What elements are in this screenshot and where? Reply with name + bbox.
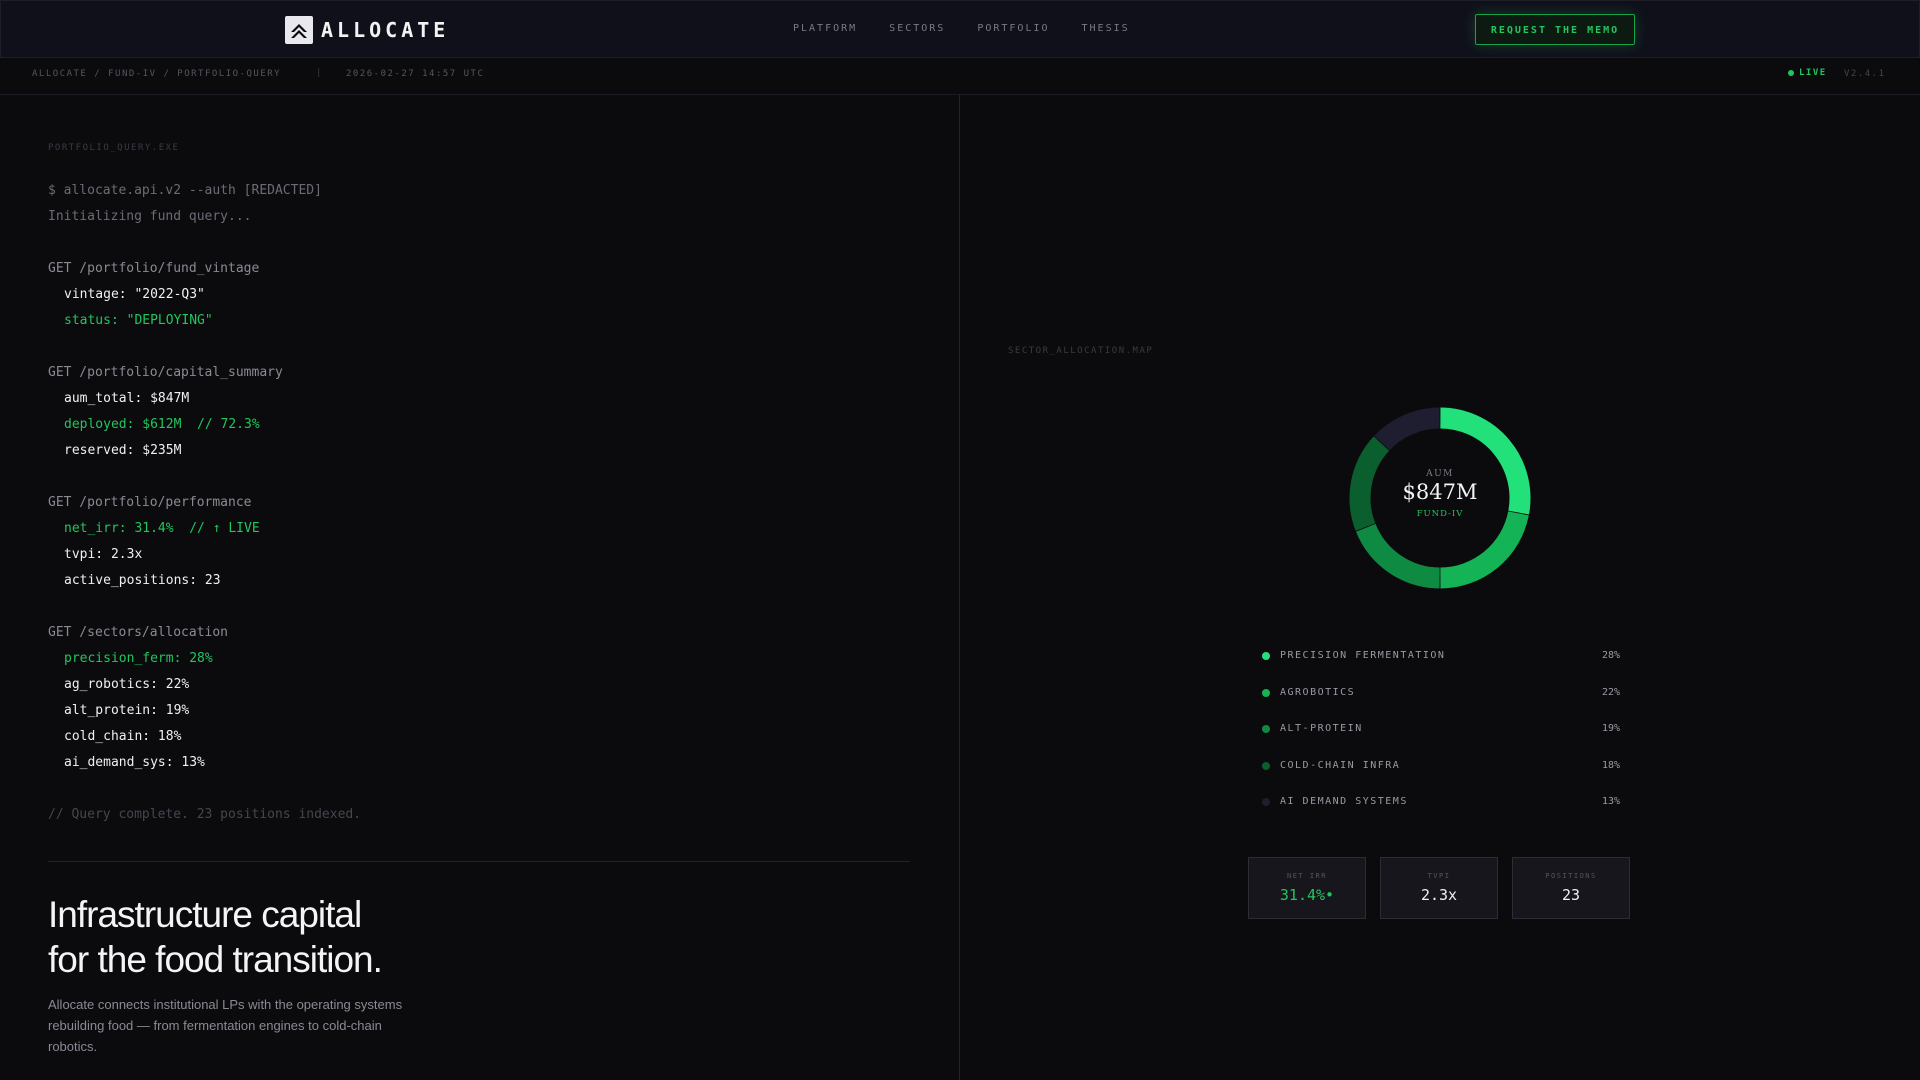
terminal-line: ag_robotics: 22%	[64, 677, 190, 692]
hero-headline: Infrastructure capital for the food tran…	[48, 892, 383, 982]
legend-row: AGROBOTICS 22%	[1262, 683, 1620, 720]
legend-sector-pct: 19%	[1601, 723, 1620, 734]
legend-sector-pct: 13%	[1601, 796, 1620, 807]
terminal-line: GET /portfolio/performance	[48, 495, 252, 510]
divider	[48, 861, 910, 862]
terminal-line: GET /sectors/allocation	[48, 625, 229, 640]
legend-row: ALT-PROTEIN 19%	[1262, 719, 1620, 756]
top-nav: ALLOCATE PLATFORM SECTORS PORTFOLIO THES…	[0, 0, 1920, 58]
allocation-legend: PRECISION FERMENTATION 28% AGROBOTICS 22% AL…	[1262, 646, 1620, 829]
legend-dot-icon	[1262, 725, 1270, 733]
breadcrumb-separator: |	[316, 68, 323, 78]
request-memo-button[interactable]: REQUEST THE MEMO	[1475, 14, 1635, 45]
terminal-line: active_positions: 23	[64, 573, 221, 588]
terminal-line: $ allocate.api.v2 --auth [REDACTED]	[48, 183, 322, 198]
hero-subcopy: Allocate connects institutional LPs with…	[48, 997, 403, 1054]
status-bar: ALLOCATE / FUND-IV / PORTFOLIO-QUERY | 2…	[0, 57, 1920, 95]
legend-sector-name: ALT-PROTEIN	[1280, 723, 1363, 734]
headline-line-2: for the food transition.	[48, 939, 383, 980]
donut-segment	[1349, 436, 1390, 531]
terminal-output: $ allocate.api.v2 --auth [REDACTED] Initi…	[48, 178, 361, 828]
terminal-line: vintage: "2022-Q3"	[64, 287, 205, 302]
nav-platform[interactable]: PLATFORM	[793, 23, 857, 34]
terminal-line: tvpi: 2.3x	[64, 547, 143, 562]
live-dot-icon	[1788, 70, 1794, 76]
legend-sector-pct: 18%	[1601, 759, 1620, 771]
terminal-line: GET /portfolio/fund_vintage	[48, 261, 260, 276]
donut-center-label: AUM	[1425, 469, 1454, 479]
terminal-line: ai_demand_sys: 13%	[64, 755, 205, 770]
brand-name: ALLOCATE	[321, 18, 450, 42]
allocation-donut: AUM $847M FUND-IV	[1349, 407, 1531, 589]
terminal-line: net_irr: 31.4% // ↑ LIVE	[64, 521, 260, 536]
legend-dot-icon	[1262, 652, 1270, 660]
legend-sector-pct: 22%	[1601, 686, 1620, 698]
terminal-line: precision_ferm: 28%	[64, 651, 213, 666]
legend-dot-icon	[1262, 798, 1270, 806]
live-label: LIVE	[1799, 68, 1827, 78]
stat-card-net-irr: NET IRR 31.4%•	[1248, 857, 1366, 919]
chevron-logo-icon	[285, 16, 313, 44]
stat-label: NET IRR	[1286, 872, 1327, 880]
version-label: V2.4.1	[1844, 69, 1886, 79]
terminal-line: // Query complete. 23 positions indexed.	[48, 807, 362, 822]
donut-center-sub: FUND-IV	[1417, 509, 1464, 519]
allocation-label: SECTOR_ALLOCATION.MAP	[1008, 346, 1154, 356]
legend-dot-icon	[1262, 761, 1270, 770]
legend-row: PRECISION FERMENTATION 28%	[1262, 646, 1620, 683]
nav-thesis[interactable]: THESIS	[1082, 23, 1130, 34]
legend-dot-icon	[1262, 688, 1270, 697]
donut-center-value: $847M	[1403, 480, 1478, 504]
terminal-line: alt_protein: 19%	[64, 703, 190, 718]
stat-value: 2.3x	[1420, 886, 1458, 904]
legend-sector-name: AI DEMAND SYSTEMS	[1280, 796, 1408, 807]
legend-sector-name: AGROBOTICS	[1280, 686, 1356, 698]
donut-segment	[1356, 523, 1441, 589]
terminal-line: deployed: $612M // 72.3%	[64, 417, 260, 432]
legend-sector-pct: 28%	[1601, 650, 1620, 661]
stat-label: POSITIONS	[1545, 872, 1597, 880]
donut-segment	[1439, 511, 1529, 589]
brand-logo[interactable]: ALLOCATE	[285, 16, 449, 44]
terminal-line: cold_chain: 18%	[64, 729, 182, 744]
live-indicator: LIVE	[1788, 68, 1827, 78]
legend-sector-name: COLD-CHAIN INFRA	[1280, 759, 1401, 771]
stat-card-tvpi: TVPI 2.3x	[1380, 857, 1498, 919]
breadcrumb: ALLOCATE / FUND-IV / PORTFOLIO-QUERY	[32, 69, 282, 79]
donut-segment	[1374, 407, 1441, 451]
nav-sectors[interactable]: SECTORS	[889, 23, 945, 34]
stat-label: TVPI	[1427, 872, 1451, 880]
terminal-label: PORTFOLIO_QUERY.EXE	[48, 143, 180, 153]
legend-sector-name: PRECISION FERMENTATION	[1280, 650, 1446, 661]
headline-line-1: Infrastructure capital	[48, 894, 362, 935]
terminal-line: reserved: $235M	[64, 443, 182, 458]
panel-divider	[959, 95, 960, 1080]
terminal-line: GET /portfolio/capital_summary	[48, 365, 283, 380]
stat-card-positions: POSITIONS 23	[1512, 857, 1630, 919]
legend-row: COLD-CHAIN INFRA 18%	[1262, 756, 1620, 793]
legend-row: AI DEMAND SYSTEMS 13%	[1262, 792, 1620, 829]
terminal-line: Initializing fund query...	[48, 209, 252, 224]
stat-value: 23	[1561, 886, 1581, 904]
timestamp: 2026-02-27 14:57 UTC	[346, 69, 485, 79]
terminal-line: aum_total: $847M	[64, 391, 190, 406]
terminal-line: status: "DEPLOYING"	[64, 313, 213, 328]
main-nav: PLATFORM SECTORS PORTFOLIO THESIS	[793, 23, 1162, 34]
stat-value: 31.4%•	[1279, 886, 1335, 904]
nav-portfolio[interactable]: PORTFOLIO	[977, 23, 1049, 34]
